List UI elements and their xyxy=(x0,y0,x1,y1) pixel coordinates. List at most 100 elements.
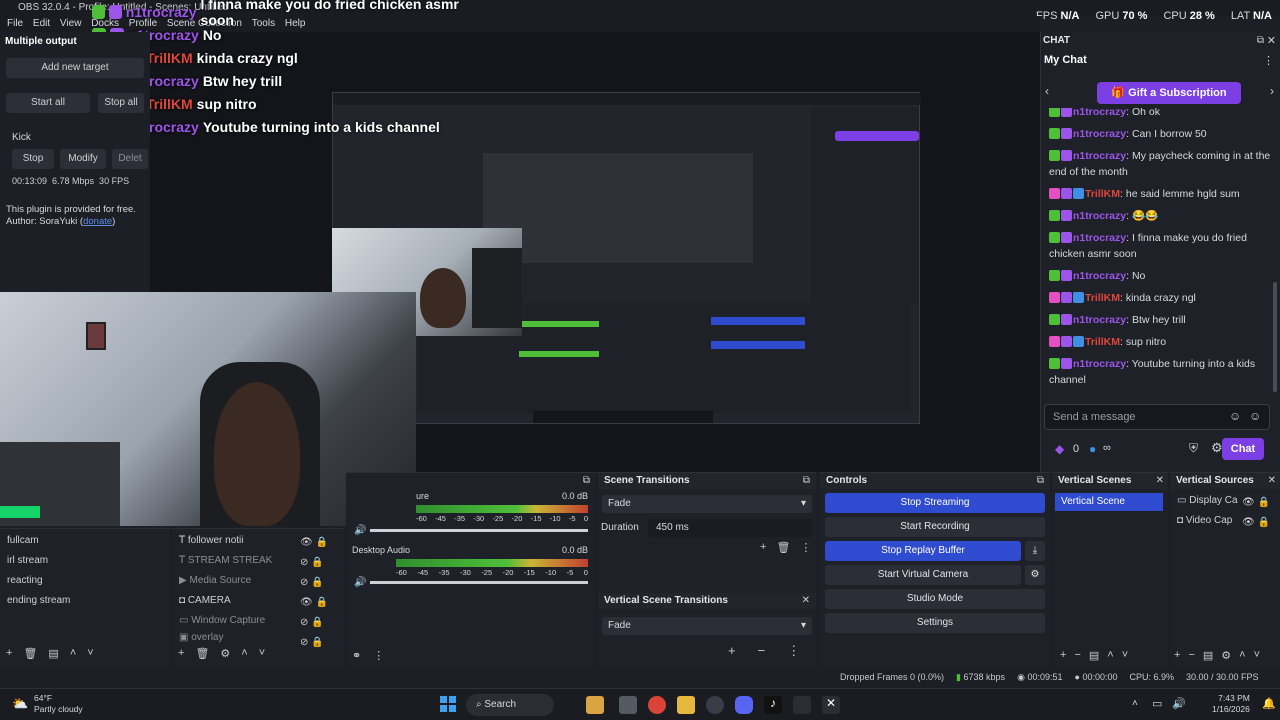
stop-streaming-button[interactable]: Stop Streaming xyxy=(825,493,1045,513)
eye-off-icon[interactable]: ⊘ 🔒 xyxy=(300,613,328,633)
link-icon[interactable]: ⚭ xyxy=(352,649,361,662)
duration-input[interactable]: 450 ms xyxy=(648,519,812,537)
chat-send-button[interactable]: Chat xyxy=(1222,438,1264,460)
scene-item[interactable]: ending stream xyxy=(0,591,170,611)
stop-all-button[interactable]: Stop all xyxy=(98,93,144,113)
gift-subscription-button[interactable]: 🎁 Gift a Subscription xyxy=(1097,82,1241,104)
emoji-icon[interactable]: ☺ xyxy=(1249,409,1261,423)
app-icon[interactable] xyxy=(793,696,811,714)
chat-username[interactable]: n1trocrazy xyxy=(1073,128,1126,140)
chat-username[interactable]: TrillKM xyxy=(1085,336,1120,348)
filter-icon[interactable]: ▤ xyxy=(48,647,58,660)
undock-icon[interactable]: ⧉ xyxy=(803,475,810,486)
filter-icon[interactable]: ▤ xyxy=(1203,649,1213,662)
eye-icon[interactable]: 👁 🔒 xyxy=(300,593,328,613)
studio-mode-button[interactable]: Studio Mode xyxy=(825,589,1045,609)
windows-start-icon[interactable] xyxy=(440,696,456,712)
filter-icon[interactable]: ▤ xyxy=(1089,649,1099,662)
channel-points-icon[interactable]: ◆ xyxy=(1055,442,1064,456)
remove-icon[interactable]: − xyxy=(758,643,766,659)
more-options-icon[interactable]: ⋮ xyxy=(1263,54,1274,67)
move-down-icon[interactable]: ˅ xyxy=(87,647,93,660)
target-stop-button[interactable]: Stop xyxy=(12,149,54,169)
network-icon[interactable]: ▭ xyxy=(1152,697,1162,710)
speaker-icon[interactable]: 🔊 xyxy=(1172,697,1186,710)
gear-icon[interactable]: ⚙ xyxy=(220,647,230,660)
close-icon[interactable]: ✕ xyxy=(1267,34,1276,47)
taskbar-search[interactable]: ⌕ Search xyxy=(466,694,554,716)
save-replay-icon[interactable]: ⤓ xyxy=(1025,541,1045,561)
menu-view[interactable]: View xyxy=(60,18,82,29)
chat-username[interactable]: n1trocrazy xyxy=(1073,270,1126,282)
transition-select[interactable]: Fade ▾ xyxy=(602,495,812,513)
chat-username[interactable]: TrillKM xyxy=(1085,292,1120,304)
close-icon[interactable]: ✕ xyxy=(1156,475,1164,486)
undock-icon[interactable]: ⧉ xyxy=(1037,475,1044,486)
vertical-transition-select[interactable]: Fade ▾ xyxy=(602,617,812,635)
donate-link[interactable]: donate xyxy=(83,216,112,227)
clock[interactable]: 7:43 PM 1/16/2026 xyxy=(1212,693,1250,715)
volume-icon[interactable]: 🔊 xyxy=(354,525,366,536)
add-target-button[interactable]: Add new target xyxy=(6,58,144,78)
add-icon[interactable]: + xyxy=(1060,649,1066,662)
trash-icon[interactable]: 🗑 xyxy=(195,647,209,660)
volume-slider[interactable] xyxy=(370,529,588,532)
chat-username[interactable]: n1trocrazy xyxy=(1073,210,1126,222)
close-icon[interactable]: ✕ xyxy=(802,595,810,606)
add-icon[interactable]: + xyxy=(728,643,736,659)
menu-file[interactable]: File xyxy=(7,18,23,29)
game-app-icon[interactable] xyxy=(586,696,604,714)
chat-scrollbar[interactable] xyxy=(1273,282,1277,392)
move-down-icon[interactable]: ˅ xyxy=(259,647,265,660)
start-recording-button[interactable]: Start Recording xyxy=(825,517,1045,537)
move-up-icon[interactable]: ˄ xyxy=(241,647,247,660)
scene-item[interactable]: reacting xyxy=(0,571,170,591)
chevron-left-icon[interactable]: ‹ xyxy=(1045,84,1049,98)
trash-icon[interactable]: 🗑 xyxy=(23,647,37,660)
move-down-icon[interactable]: ˅ xyxy=(1254,649,1260,662)
more-options-icon[interactable]: ⋮ xyxy=(787,643,800,659)
close-icon[interactable]: ✕ xyxy=(1268,475,1276,486)
scene-item[interactable]: irl stream xyxy=(0,551,170,571)
eye-off-icon[interactable]: ⊘ 🔒 xyxy=(300,633,328,653)
stop-replay-buffer-button[interactable]: Stop Replay Buffer xyxy=(825,541,1021,561)
gear-icon[interactable]: ⚙ xyxy=(1221,649,1231,662)
gear-icon[interactable]: ⚙ xyxy=(1211,440,1223,456)
eye-icon[interactable]: 👁 🔒 xyxy=(300,533,328,553)
eye-off-icon[interactable]: ⊘ 🔒 xyxy=(300,573,328,593)
add-icon[interactable]: + xyxy=(178,647,184,660)
target-delete-button[interactable]: Delet xyxy=(112,149,148,169)
chat-username[interactable]: n1trocrazy xyxy=(1073,150,1126,162)
chat-username[interactable]: n1trocrazy xyxy=(1073,108,1126,118)
chat-username[interactable]: n1trocrazy xyxy=(1073,232,1126,244)
obs-icon[interactable] xyxy=(706,696,724,714)
eye-icon[interactable]: 👁 🔒 xyxy=(1242,513,1270,533)
move-down-icon[interactable]: ˅ xyxy=(1122,649,1128,662)
gear-icon[interactable]: ⚙ xyxy=(1025,565,1045,585)
trash-icon[interactable]: 🗑 xyxy=(776,541,790,554)
move-up-icon[interactable]: ˄ xyxy=(1239,649,1245,662)
vertical-scene-item[interactable]: Vertical Scene xyxy=(1055,493,1163,511)
volume-icon[interactable]: 🔊 xyxy=(354,577,366,588)
chevron-right-icon[interactable]: › xyxy=(1270,84,1274,98)
chrome-icon[interactable] xyxy=(648,696,666,714)
x-app-icon[interactable]: ✕ xyxy=(822,696,840,714)
notification-icon[interactable]: 🔔 xyxy=(1262,697,1276,710)
more-options-icon[interactable]: ⋮ xyxy=(800,541,811,554)
eye-off-icon[interactable]: ⊘ 🔒 xyxy=(300,553,328,573)
start-all-button[interactable]: Start all xyxy=(6,93,90,113)
eye-icon[interactable]: 👁 🔒 xyxy=(1242,493,1270,513)
move-up-icon[interactable]: ˄ xyxy=(70,647,76,660)
menu-edit[interactable]: Edit xyxy=(33,18,50,29)
remove-icon[interactable]: − xyxy=(1074,649,1080,662)
bits-icon[interactable]: ● xyxy=(1089,442,1096,456)
chat-username[interactable]: TrillKM xyxy=(1085,188,1120,200)
chat-username[interactable]: n1trocrazy xyxy=(1073,314,1126,326)
volume-slider[interactable] xyxy=(370,581,588,584)
discord-icon[interactable] xyxy=(735,696,753,714)
file-explorer-icon[interactable] xyxy=(677,696,695,714)
target-modify-button[interactable]: Modify xyxy=(60,149,106,169)
tiktok-icon[interactable]: ♪ xyxy=(764,696,782,714)
undock-icon[interactable]: ⧉ xyxy=(583,475,590,486)
tray-chevron-icon[interactable]: ˄ xyxy=(1132,698,1138,709)
